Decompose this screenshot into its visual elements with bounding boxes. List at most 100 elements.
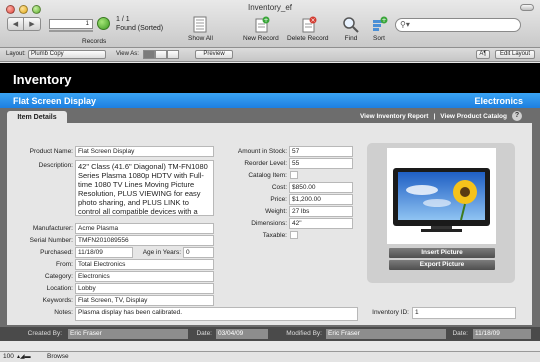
delete-record-label: Delete Record <box>287 35 329 42</box>
export-picture-button[interactable]: Export Picture <box>389 260 495 270</box>
layout-header: Inventory <box>0 63 540 93</box>
keywords-field[interactable]: Flat Screen, TV, Display <box>75 295 214 306</box>
inventory-id-label: Inventory ID: <box>372 309 409 316</box>
purchased-field[interactable]: 11/18/09 <box>75 247 133 258</box>
location-field[interactable]: Lobby <box>75 283 214 294</box>
category-field[interactable]: Electronics <box>75 271 214 282</box>
sort-icon: + <box>373 16 388 31</box>
link-separator: | <box>433 112 436 120</box>
keywords-label: Keywords: <box>42 297 73 304</box>
record-slider[interactable] <box>49 30 93 32</box>
view-inventory-report-link[interactable]: View Inventory Report <box>360 113 429 120</box>
mode-indicator[interactable]: Browse <box>47 353 69 360</box>
delete-record-button[interactable]: × Delete Record <box>287 16 329 42</box>
new-record-label: New Record <box>243 35 279 42</box>
report-links: View Inventory Report | View Product Cat… <box>360 111 522 121</box>
description-field[interactable]: 42" Class (41.6" Diagonal) TM-FN1080 Ser… <box>75 160 214 216</box>
found-status: Found (Sorted) <box>116 25 164 32</box>
catalog-item-checkbox[interactable] <box>290 171 298 179</box>
dimensions-field[interactable]: 42" <box>289 218 353 229</box>
item-name: Flat Screen Display <box>13 96 97 106</box>
edit-layout-button[interactable]: Edit Layout <box>495 50 535 59</box>
price-label: Price: <box>270 196 287 203</box>
list-view-button[interactable] <box>155 50 167 59</box>
quick-find-search-input[interactable]: ⚲▾ <box>395 18 521 32</box>
item-details-panel: Product Name: Flat Screen Display Descri… <box>7 123 532 325</box>
amount-in-stock-label: Amount in Stock: <box>237 148 287 155</box>
record-count: 1 / 1 <box>116 16 130 23</box>
serial-number-field[interactable]: TMFN201089556 <box>75 235 214 246</box>
product-name-label: Product Name: <box>29 148 73 155</box>
age-in-years-label: Age in Years: <box>142 249 181 256</box>
sort-label: Sort <box>373 35 385 42</box>
notes-label: Notes: <box>54 309 73 316</box>
toolbar-toggle-button[interactable] <box>520 4 534 11</box>
status-bar: 100 ▴◢▬ Browse <box>0 351 540 362</box>
from-field[interactable]: Total Electronics <box>75 259 214 270</box>
svg-text:×: × <box>310 17 315 24</box>
record-number-field[interactable]: 1 <box>49 19 93 29</box>
tv-image-icon <box>393 168 490 232</box>
zoom-controls-icon[interactable]: ▴◢▬ <box>17 353 31 360</box>
layout-select[interactable]: Plumb Copy <box>28 50 106 59</box>
view-as-toggle <box>143 50 179 59</box>
show-all-icon <box>193 16 207 33</box>
purchased-label: Purchased: <box>40 249 73 256</box>
reorder-level-field[interactable]: 55 <box>289 158 353 169</box>
previous-record-button[interactable]: ◀ <box>7 17 24 31</box>
catalog-item-label: Catalog Item: <box>248 172 287 179</box>
product-picture-container: Insert Picture Export Picture <box>367 143 515 283</box>
view-product-catalog-link[interactable]: View Product Catalog <box>440 113 507 120</box>
notes-field[interactable]: Plasma display has been calibrated. <box>75 307 358 321</box>
created-date-value: 03/04/09 <box>216 329 268 339</box>
weight-field[interactable]: 27 lbs <box>289 206 353 217</box>
serial-number-label: Serial Number: <box>29 237 73 244</box>
manufacturer-field[interactable]: Acme Plasma <box>75 223 214 234</box>
next-record-button[interactable]: ▶ <box>24 17 41 31</box>
inventory-id-field[interactable]: 1 <box>412 307 516 319</box>
layout-bar: Layout: Plumb Copy View As: Preview A¶ E… <box>0 48 540 62</box>
modified-by-label: Modified By: <box>286 330 322 337</box>
form-view-button[interactable] <box>143 50 155 59</box>
created-by-value: Eric Fraser <box>68 329 188 339</box>
layout-content: Inventory Flat Screen Display Electronic… <box>0 63 540 341</box>
product-picture[interactable] <box>387 148 496 244</box>
insert-picture-button[interactable]: Insert Picture <box>389 248 495 258</box>
preview-button[interactable]: Preview <box>195 50 233 59</box>
location-label: Location: <box>46 285 73 292</box>
from-label: From: <box>56 261 73 268</box>
find-button[interactable]: Find <box>342 16 360 42</box>
zoom-level[interactable]: 100 <box>3 353 14 360</box>
item-title-bar: Flat Screen Display Electronics <box>0 93 540 108</box>
table-view-button[interactable] <box>167 50 179 59</box>
record-navigation: ◀ ▶ <box>7 17 41 31</box>
help-icon[interactable]: ? <box>512 111 522 121</box>
cost-field[interactable]: $850.00 <box>289 182 353 193</box>
category-label: Category: <box>44 273 73 280</box>
show-all-button[interactable]: Show All <box>188 16 213 42</box>
cost-label: Cost: <box>271 184 287 191</box>
formatting-bar-button[interactable]: A¶ <box>476 50 490 59</box>
layout-label: Layout: <box>6 51 26 57</box>
show-all-label: Show All <box>188 35 213 42</box>
window-toolbar: Inventory_ef ◀ ▶ 1 1 / 1 Found (Sorted) … <box>0 0 540 48</box>
window-title: Inventory_ef <box>247 3 293 12</box>
found-set-pie-icon[interactable] <box>97 17 110 30</box>
svg-text:+: + <box>263 17 268 24</box>
manufacturer-label: Manufacturer: <box>32 225 73 232</box>
created-date-label: Date: <box>196 330 212 337</box>
new-record-icon: + <box>255 16 270 33</box>
layout-select-value: Plumb Copy <box>31 51 64 57</box>
taxable-checkbox[interactable] <box>290 231 298 239</box>
view-as-label: View As: <box>116 51 139 57</box>
age-in-years-field[interactable]: 0 <box>183 247 214 258</box>
record-footer: Created By: Eric Fraser Date: 03/04/09 M… <box>0 327 540 341</box>
records-label: Records <box>82 38 107 45</box>
price-field[interactable]: $1,200.00 <box>289 194 353 205</box>
sort-button[interactable]: + Sort <box>370 16 388 42</box>
weight-label: Weight: <box>265 208 287 215</box>
amount-in-stock-field[interactable]: 57 <box>289 146 353 157</box>
page-title: Inventory <box>13 72 72 87</box>
product-name-field[interactable]: Flat Screen Display <box>75 146 214 157</box>
new-record-button[interactable]: + New Record <box>243 16 279 42</box>
